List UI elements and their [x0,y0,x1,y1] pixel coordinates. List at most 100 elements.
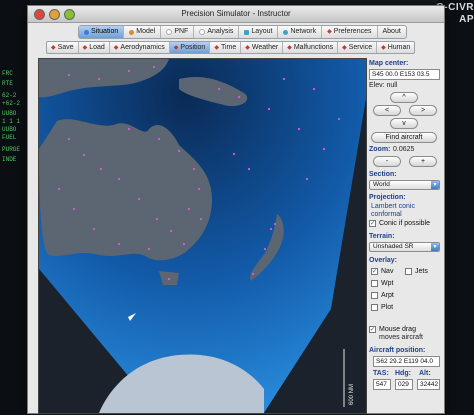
tab-weather[interactable]: ◆ Weather [241,42,284,53]
pan-right-button[interactable]: > [409,105,437,116]
map-canvas[interactable] [39,59,366,413]
pan-left-button[interactable]: < [373,105,401,116]
position-icon: ◆ [173,44,179,51]
elevation-text: Elev: null [369,82,398,89]
terrain-value: Unshaded SR [373,243,414,250]
tab-label: Model [136,28,156,35]
left-display-line: +62-2 [2,100,21,107]
chevron-down-icon: ▼ [431,243,439,251]
zoom-value: 0.0625 [393,146,415,153]
preferences-icon: ◆ [327,29,332,35]
zoom-in-button[interactable]: + [409,156,437,167]
tab-human[interactable]: ◆ Human [377,42,414,53]
tab-label: Aerodynamics [120,44,165,51]
window-title: Precision Simulator - Instructor [181,9,291,18]
alt-field[interactable]: 32442 [417,379,440,390]
plot-label: Plot [381,304,394,311]
malfunctions-icon: ◆ [287,44,292,51]
window-titlebar[interactable]: Precision Simulator - Instructor [28,6,444,23]
checkbox-checked-icon: ✓ [369,220,376,227]
left-display-line: UUBO [2,126,17,133]
tab-malfunctions[interactable]: ◆ Malfunctions [283,42,339,53]
jets-checkbox[interactable]: Jets [405,268,428,275]
tab-label: Human [387,44,411,51]
model-icon [129,29,135,35]
find-aircraft-button[interactable]: Find aircraft [371,132,437,143]
tab-label: Analysis [207,28,234,35]
hdg-label: Hdg: [395,370,411,377]
tab-analysis[interactable]: Analysis [194,26,240,38]
tab-layout[interactable]: Layout [239,26,279,38]
map-center-field[interactable]: S45 00.0 E153 03.5 [369,69,440,80]
projection-value-line2: conformal [371,211,402,218]
situation-icon [84,29,89,35]
conic-label: Conic if possible [379,220,430,227]
tab-label: Save [57,44,74,51]
pan-down-button[interactable]: v [390,118,418,129]
tas-label: TAS: [373,370,389,377]
left-display-line: PURGE [2,146,21,153]
left-cockpit-display: FRC RTE 62-2 +62-2 UUBO 1 1 1 UUBO FUEL … [0,0,30,415]
tab-label: Position [180,44,206,51]
projection-value-line1: Lambert conic [371,203,415,210]
nav-checkbox[interactable]: ✓ Nav [371,268,393,275]
left-display-line: FUEL [2,134,17,141]
left-display-line: RTE [2,80,13,87]
tas-field[interactable]: 547 [373,379,391,390]
tab-network[interactable]: Network [278,26,323,38]
checkbox-checked-icon: ✓ [369,326,376,333]
sub-tab-bar: ◆ Save ◆ Load ◆ Aerodynamics ◆ Position ◆ Tim… [46,41,416,54]
world-map-view[interactable]: 600 NM [38,58,367,414]
pan-up-button[interactable]: ^ [390,92,418,103]
left-display-line: INDE [2,156,17,163]
wpt-checkbox[interactable]: Wpt [371,280,393,287]
network-icon [283,29,289,35]
chevron-down-icon: ▼ [431,181,439,189]
zoom-label: Zoom: [369,146,391,153]
arpt-label: Arpt [381,292,394,299]
mouse-drag-label-line2: moves aircraft [379,334,423,341]
checkbox-icon [371,304,378,311]
checkbox-checked-icon: ✓ [371,268,378,275]
tab-label: Layout [251,28,273,35]
tab-load[interactable]: ◆ Load [79,42,110,53]
terrain-select[interactable]: Unshaded SR ▼ [369,242,440,252]
terrain-label: Terrain: [369,233,395,240]
aircraft-position-label: Aircraft position: [369,347,426,354]
tab-label: Preferences [333,28,372,35]
tab-model[interactable]: Model [124,26,162,38]
left-display-line: UUBO [2,110,17,117]
hdg-field[interactable]: 029 [395,379,413,390]
checkbox-icon [371,280,378,287]
wpt-label: Wpt [381,280,394,287]
aircraft-position-field[interactable]: S62 29.2 E119 04.0 [373,356,440,367]
tab-label: Load [89,44,105,51]
load-icon: ◆ [82,44,88,51]
time-icon: ◆ [214,44,219,51]
weather-icon: ◆ [245,44,250,51]
tab-pnf[interactable]: PNF [161,26,195,38]
conic-checkbox[interactable]: ✓ Conic if possible [369,220,430,227]
map-center-label: Map center: [369,60,409,67]
tab-about[interactable]: About [378,26,406,38]
tab-aerodynamics[interactable]: ◆ Aerodynamics [110,42,170,53]
plot-checkbox[interactable]: Plot [371,304,393,311]
tab-label: PNF [174,28,189,35]
tab-preferences[interactable]: ◆ Preferences [322,26,378,38]
main-tab-bar: Situation Model PNF Analysis Layout Netw… [78,25,407,39]
mouse-drag-checkbox[interactable]: ✓ Mouse drag [369,326,416,333]
zoom-out-button[interactable]: - [373,156,401,167]
section-select[interactable]: World ▼ [369,180,440,190]
tab-position[interactable]: ◆ Position [169,42,211,53]
jets-label: Jets [415,268,428,275]
arpt-checkbox[interactable]: Arpt [371,292,394,299]
tab-save[interactable]: ◆ Save [47,42,79,53]
tab-service[interactable]: ◆ Service [338,42,378,53]
left-display-line: FRC [2,70,13,77]
tab-time[interactable]: ◆ Time [210,42,242,53]
left-display-line: 1 1 1 [2,118,21,125]
tab-situation[interactable]: Situation [79,26,125,38]
left-display-line: 62-2 [2,92,17,99]
checkbox-icon [405,268,412,275]
overlay-label: Overlay: [369,257,398,264]
